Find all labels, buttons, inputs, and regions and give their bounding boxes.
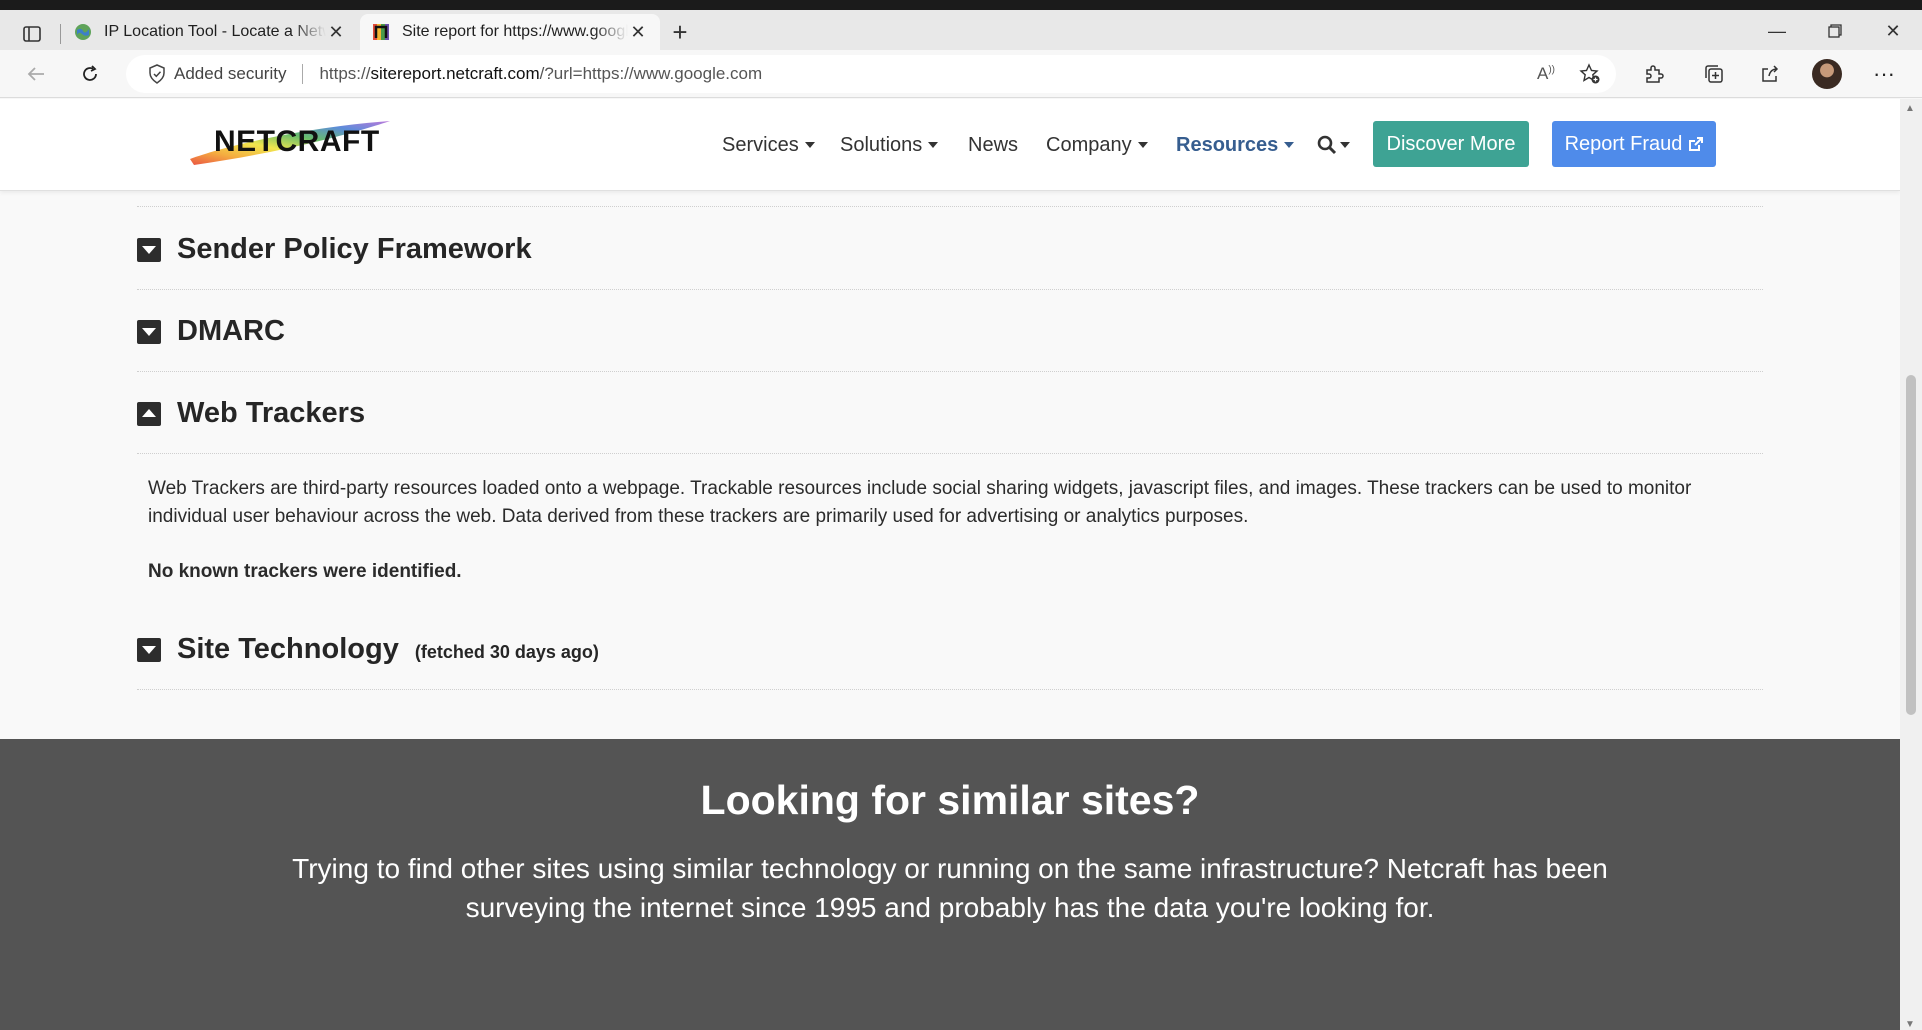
section-title: Web Trackers bbox=[177, 397, 366, 429]
section-divider bbox=[137, 689, 1763, 690]
extensions-button[interactable] bbox=[1636, 58, 1672, 90]
close-tab-icon[interactable]: ✕ bbox=[326, 22, 346, 43]
caret-down-icon bbox=[1340, 142, 1350, 148]
browser-window: IP Location Tool - Locate a Network ✕ Si… bbox=[0, 0, 1922, 1030]
share-button[interactable] bbox=[1752, 58, 1788, 90]
profile-avatar[interactable] bbox=[1812, 59, 1842, 89]
nav-services-label: Services bbox=[722, 133, 799, 156]
trackers-result: No known trackers were identified. bbox=[148, 561, 462, 582]
address-divider bbox=[302, 64, 304, 84]
trackers-description: Web Trackers are third-party resources l… bbox=[148, 478, 1692, 527]
more-dots-icon: ··· bbox=[1873, 61, 1895, 86]
nav-news-label: News bbox=[968, 133, 1019, 156]
section-spf-header[interactable]: Sender Policy Framework bbox=[137, 233, 532, 266]
scroll-down-icon[interactable]: ▼ bbox=[1905, 1019, 1915, 1030]
nav-resources-label: Resources bbox=[1176, 133, 1279, 156]
banner-text: Trying to find other sites using similar… bbox=[292, 853, 1608, 923]
refresh-icon bbox=[83, 65, 97, 81]
section-divider bbox=[137, 289, 1763, 290]
section-title: Site Technology bbox=[177, 633, 399, 665]
tab-ip-location[interactable]: IP Location Tool - Locate a Network ✕ bbox=[62, 14, 358, 50]
url-rest: /?url=https://www.google.com bbox=[539, 64, 763, 83]
section-divider bbox=[137, 206, 1763, 207]
tab-actions-icon bbox=[23, 26, 41, 42]
back-button[interactable] bbox=[18, 58, 54, 90]
favorites-button[interactable] bbox=[1572, 58, 1608, 90]
close-window-button[interactable]: ✕ bbox=[1864, 14, 1922, 48]
refresh-button[interactable] bbox=[72, 58, 108, 90]
restore-icon bbox=[1828, 24, 1842, 38]
new-tab-button[interactable]: + bbox=[662, 18, 698, 48]
discover-more-button[interactable]: Discover More bbox=[1373, 121, 1529, 167]
section-title: DMARC bbox=[177, 315, 285, 347]
collections-icon bbox=[1705, 65, 1723, 83]
tab-title: Site report for https://www.google.com bbox=[402, 23, 628, 40]
search-icon bbox=[1317, 135, 1337, 155]
share-icon bbox=[1762, 65, 1779, 82]
tab-actions-button[interactable] bbox=[14, 19, 50, 49]
restore-button[interactable] bbox=[1806, 14, 1864, 48]
collections-button[interactable] bbox=[1696, 58, 1732, 90]
section-trackers-header[interactable]: Web Trackers bbox=[137, 397, 365, 430]
similar-sites-banner: Looking for similar sites? Trying to fin… bbox=[0, 739, 1900, 1030]
puzzle-icon bbox=[1646, 65, 1664, 83]
close-tab-icon[interactable]: ✕ bbox=[628, 22, 648, 43]
globe-icon bbox=[75, 24, 91, 40]
address-bar[interactable]: Added security https://sitereport.netcra… bbox=[126, 55, 1616, 93]
back-arrow-icon bbox=[27, 67, 44, 81]
tab-separator bbox=[60, 24, 61, 44]
collapse-icon[interactable] bbox=[137, 401, 161, 426]
caret-down-icon bbox=[1284, 142, 1295, 148]
section-divider bbox=[137, 453, 1763, 454]
read-aloud-button[interactable]: A)) bbox=[1528, 58, 1564, 90]
nav-solutions[interactable]: Solutions bbox=[840, 99, 939, 191]
discover-more-label: Discover More bbox=[1386, 132, 1516, 155]
read-aloud-icon: A)) bbox=[1536, 64, 1555, 83]
nav-search[interactable] bbox=[1316, 99, 1350, 191]
nav-resources[interactable]: Resources bbox=[1176, 99, 1295, 191]
expand-icon[interactable] bbox=[137, 237, 161, 262]
caret-down-icon bbox=[1137, 142, 1148, 148]
netcraft-logo[interactable]: NETCRAFT bbox=[188, 115, 392, 167]
svg-text:NETCRAFT: NETCRAFT bbox=[214, 125, 380, 158]
tab-site-report[interactable]: Site report for https://www.google.com ✕ bbox=[360, 14, 660, 50]
nav-solutions-label: Solutions bbox=[840, 133, 923, 156]
site-header: NETCRAFT Services Solutions News Company… bbox=[0, 99, 1900, 191]
netcraft-favicon-icon bbox=[373, 24, 389, 40]
minimize-button[interactable]: — bbox=[1748, 14, 1806, 48]
expand-icon[interactable] bbox=[137, 319, 161, 344]
url-prefix: https:// bbox=[319, 64, 371, 83]
scrollbar-thumb[interactable] bbox=[1906, 375, 1916, 715]
tab-strip: IP Location Tool - Locate a Network ✕ Si… bbox=[0, 10, 1922, 50]
shield-icon bbox=[149, 64, 165, 84]
fetched-note: (fetched 30 days ago) bbox=[414, 642, 599, 662]
section-title: Sender Policy Framework bbox=[177, 233, 532, 265]
page-viewport: NETCRAFT Services Solutions News Company… bbox=[0, 99, 1900, 1030]
tab-title: IP Location Tool - Locate a Network bbox=[104, 23, 326, 40]
nav-services[interactable]: Services bbox=[722, 99, 815, 191]
expand-icon[interactable] bbox=[137, 637, 161, 662]
section-dmarc-header[interactable]: DMARC bbox=[137, 315, 285, 348]
banner-title: Looking for similar sites? bbox=[700, 777, 1200, 823]
url-host: sitereport.netcraft.com bbox=[370, 64, 540, 83]
browser-toolbar: Added security https://sitereport.netcra… bbox=[0, 50, 1922, 98]
scroll-up-icon[interactable]: ▲ bbox=[1905, 103, 1915, 114]
report-fraud-label: Report Fraud bbox=[1564, 132, 1683, 155]
security-label: Added security bbox=[174, 64, 287, 83]
external-link-icon bbox=[1689, 136, 1704, 151]
star-add-icon bbox=[1579, 63, 1600, 84]
caret-down-icon bbox=[928, 142, 939, 148]
nav-company-label: Company bbox=[1046, 133, 1132, 156]
page-scrollbar[interactable]: ▲ ▼ bbox=[1900, 99, 1922, 1030]
nav-news[interactable]: News bbox=[968, 99, 1018, 191]
section-tech-header[interactable]: Site Technology (fetched 30 days ago) bbox=[137, 633, 599, 666]
caret-down-icon bbox=[804, 142, 815, 148]
report-fraud-button[interactable]: Report Fraud bbox=[1552, 121, 1716, 167]
section-divider bbox=[137, 371, 1763, 372]
settings-more-button[interactable]: ··· bbox=[1866, 58, 1902, 90]
url-text: https://sitereport.netcraft.com/?url=htt… bbox=[319, 64, 762, 84]
nav-company[interactable]: Company bbox=[1046, 99, 1148, 191]
